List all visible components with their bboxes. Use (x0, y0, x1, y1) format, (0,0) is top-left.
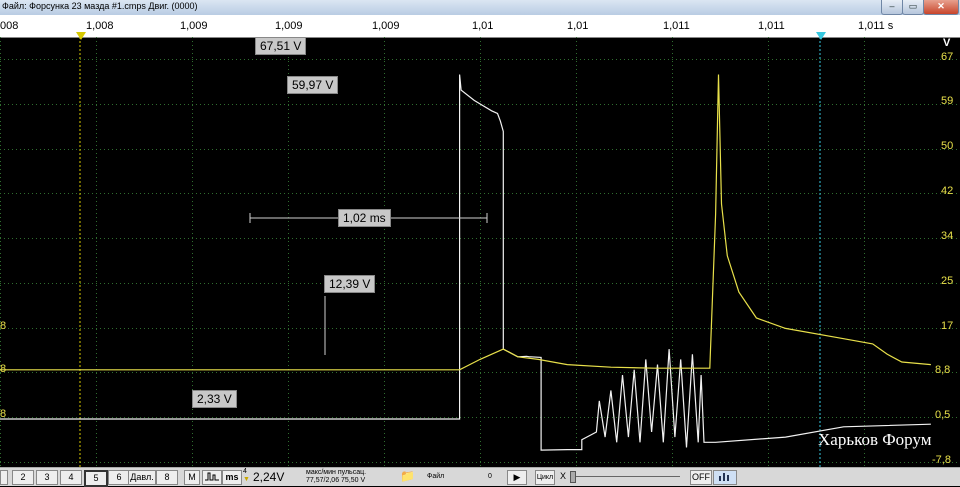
bottom-toolbar: 2 3 4 5 6 Давл. 8 M ms 4 ▼ 2,24V макс/ми… (0, 467, 960, 487)
waveform-icon (205, 472, 219, 481)
window-titlebar: Файл: Форсунка 23 мазда #1.cmps Двиг. (0… (0, 0, 960, 16)
close-button[interactable]: ✕ (923, 0, 959, 15)
axis-label: 59 (941, 95, 954, 107)
axis-unit: V (943, 37, 951, 49)
signal-icon-button[interactable] (202, 470, 222, 485)
traces (0, 74, 931, 451)
ruler-tick: 1,009 (372, 20, 400, 32)
channel-button[interactable]: 2 (12, 470, 34, 485)
ruler-tick: 1,011 (663, 20, 690, 32)
cycle-button[interactable]: Цикл (535, 470, 555, 485)
ruler-tick: 1,008 (86, 20, 114, 32)
oscilloscope-plot[interactable]: V 67 59 50 42 34 25 17 8,8 0,5 -7,8 8 8 … (0, 37, 960, 467)
plateau-voltage-label: 59,97 V (287, 76, 339, 94)
channel-button-1[interactable] (0, 470, 8, 485)
axis-label: -7,8 (932, 454, 951, 466)
yellow-trace (0, 74, 931, 371)
grid (0, 37, 960, 467)
pulse-duration-label: 1,02 ms (338, 209, 391, 227)
chart-view-button[interactable] (713, 470, 737, 485)
peak-voltage-label: 67,51 V (255, 37, 307, 55)
ruler-tick: 1,009 (180, 20, 208, 32)
axis-label: 0,5 (935, 409, 951, 421)
ms-button[interactable]: ms (222, 470, 242, 485)
base-voltage-label: 2,33 V (192, 390, 237, 408)
axis-label: 25 (941, 275, 954, 287)
white-trace (0, 74, 931, 451)
axis-label: 34 (941, 230, 954, 242)
zoom-slider-track[interactable] (570, 476, 680, 477)
axis-label: 50 (941, 140, 954, 152)
pressure-channel-button[interactable]: 8 (156, 470, 178, 485)
slider-x-label: X (560, 471, 567, 481)
left-axis-label: 8 (0, 320, 7, 332)
minimize-button[interactable]: – (881, 0, 903, 15)
window-title: Файл: Форсунка 23 мазда #1.cmps Двиг. (0… (2, 1, 198, 11)
zoom-slider-thumb[interactable] (570, 471, 576, 483)
off-button[interactable]: OFF (690, 470, 712, 485)
channel-button[interactable]: 4 (60, 470, 82, 485)
ruler-tick: 1,01 (472, 20, 494, 32)
stats-title: макс/мин пульсац. (306, 469, 367, 476)
channel-value: 2,24V (253, 470, 285, 484)
file-label: Файл (427, 473, 445, 480)
ruler-tick: 1,01 (567, 20, 589, 32)
maximize-button[interactable]: ▭ (902, 0, 924, 15)
mode-m-button[interactable]: M (184, 470, 200, 485)
ruler-tick: 1,009 (275, 20, 303, 32)
time-ruler[interactable]: 008 1,008 1,009 1,009 1,009 1,01 1,01 1,… (0, 15, 960, 40)
axis-label: 42 (941, 185, 954, 197)
axis-label: 8,8 (935, 364, 951, 376)
ruler-tick: 1,011 (758, 20, 785, 32)
folder-icon[interactable]: 📁 (400, 469, 415, 483)
left-axis-label: 8 (0, 408, 7, 420)
watermark: Харьков Форум (818, 430, 932, 449)
channel-button-active[interactable]: 5 (84, 470, 108, 487)
ruler-tick: 008 (0, 20, 19, 32)
axis-label: 17 (941, 320, 954, 332)
trigger-arrow-icon: ▼ (243, 476, 250, 483)
stats-values: 77,57/2,06 75,50 V (306, 477, 366, 484)
axis-label: 67 (941, 51, 954, 63)
channel-button[interactable]: 6 (108, 470, 130, 485)
ruler-tick: 1,011 s (858, 20, 894, 32)
channel-button[interactable]: 3 (36, 470, 58, 485)
pressure-button[interactable]: Давл. (128, 470, 156, 485)
chart-icon (719, 473, 729, 481)
left-axis-label: 8 (0, 363, 7, 375)
channel-number: 4 (243, 468, 247, 475)
play-button[interactable]: ▶ (507, 470, 527, 485)
file-count: 0 (488, 473, 492, 480)
hold-voltage-label: 12,39 V (324, 275, 376, 293)
scope-svg (0, 37, 960, 467)
